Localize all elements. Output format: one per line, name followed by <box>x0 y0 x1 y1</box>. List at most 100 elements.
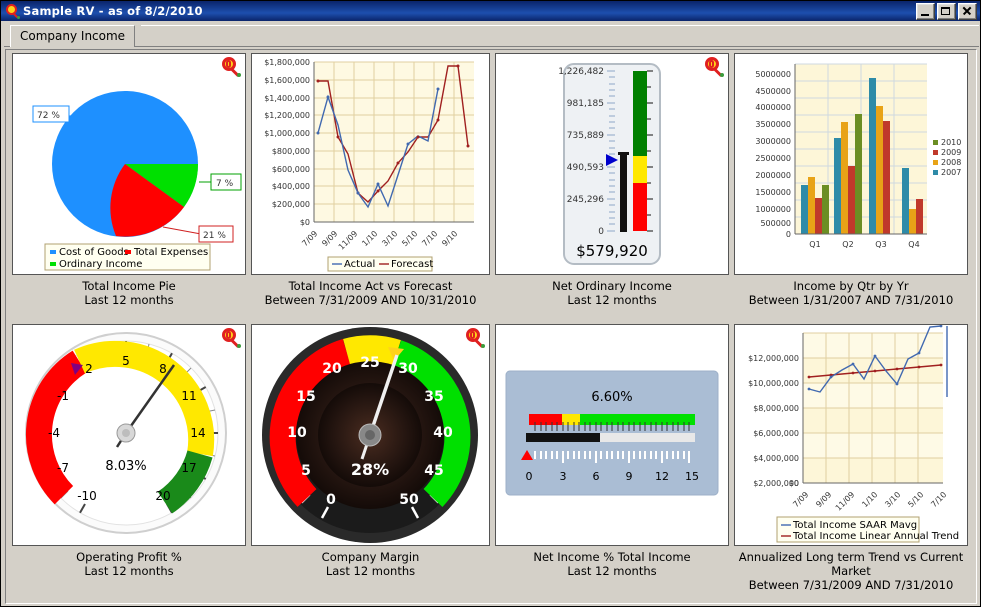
magnifier-icon[interactable] <box>704 57 724 77</box>
panel-total-income-act-vs-forecast[interactable]: $1,800,000 $1,600,000 $1,400,000 $1,200,… <box>251 53 490 319</box>
line-legend-0: Actual <box>344 259 375 270</box>
panel-caption: Company Margin Last 12 months <box>251 550 490 578</box>
magnifier-icon <box>5 4 20 19</box>
panel-caption: Income by Qtr by Yr Between 1/31/2007 AN… <box>734 279 968 307</box>
panel-subtitle: Last 12 months <box>495 293 729 307</box>
bar-y-tick-4: 2000000 <box>755 171 791 180</box>
gauge-tick-2: 6 <box>593 470 600 483</box>
y-tick-0: $0 <box>300 218 310 227</box>
gauge-value: 6.60% <box>591 390 632 405</box>
title-bar: Sample RV - as of 8/2/2010 <box>1 1 980 21</box>
minimize-button[interactable] <box>916 3 935 20</box>
gauge-tick-5: 1,226,482 <box>558 67 604 77</box>
bar-legend-1: 2009 <box>941 148 961 157</box>
y-tick-2: $400,000 <box>272 182 310 191</box>
panel-company-margin[interactable]: 0 5 10 15 20 25 30 35 40 45 50 <box>251 324 490 590</box>
gauge-tick-5: 15 <box>685 470 699 483</box>
gauge-tick-2: -4 <box>48 426 60 440</box>
gauge-tick-0: 0 <box>598 227 604 237</box>
bar-x-tick-1: Q2 <box>842 240 853 249</box>
pie-label-2: 7 % <box>216 179 234 189</box>
x-tick-3: 1/10 <box>360 229 379 248</box>
magnifier-icon[interactable] <box>465 328 485 348</box>
x-tick-0: 7/09 <box>300 229 319 248</box>
dashboard-row-2: -10 -7 -4 -1 2 5 8 11 14 17 20 <box>8 324 972 590</box>
panel-annualized-long-term-trend[interactable]: $12,000,000 $10,000,000 $8,000,000 $6,00… <box>734 324 968 590</box>
bar-legend: 2010 2009 2008 2007 <box>933 138 961 177</box>
gauge-area-operating-profit: -10 -7 -4 -1 2 5 8 11 14 17 20 <box>12 324 246 546</box>
panel-net-income-pct-total-income[interactable]: 6.60% <box>495 324 729 590</box>
gauge-tick-5: 25 <box>360 355 379 371</box>
bar-x-tick-2: Q3 <box>875 240 886 249</box>
gauge-tick-8: 40 <box>433 425 453 441</box>
panel-caption: Total Income Pie Last 12 months <box>12 279 246 307</box>
y-tick-7: $1,400,000 <box>264 94 310 103</box>
panel-title: Annualized Long term Trend vs Current Ma… <box>734 550 968 578</box>
gauge-tick-5: 5 <box>122 354 130 368</box>
trend-y-tick-4: $8,000,000 <box>753 404 799 413</box>
dashboard-grid: 72 % 7 % 21 % Cost of Goods Total Expens… <box>8 52 972 601</box>
bar-y-tick-0: 0 <box>786 230 791 239</box>
x-tick-5: 5/10 <box>400 229 419 248</box>
y-tick-3: $600,000 <box>272 165 310 174</box>
bar-y-tick-9: 4500000 <box>755 87 791 96</box>
panel-title: Total Income Act vs Forecast <box>251 279 490 293</box>
x-tick-6: 7/10 <box>420 229 439 248</box>
gauge-tick-0: 0 <box>526 470 533 483</box>
gauge-tick-3: 9 <box>626 470 633 483</box>
gauge-tick-10: 50 <box>399 492 419 508</box>
pie-legend-1: Total Expenses <box>133 247 208 258</box>
pie-label-1: 21 % <box>203 231 226 241</box>
trend-x-tick-4: 3/10 <box>883 490 902 509</box>
trend-y-tick-2: $4,000,000 <box>753 454 799 463</box>
maximize-button[interactable] <box>937 3 956 20</box>
y-tick-1: $200,000 <box>272 200 310 209</box>
trend-y-tick-zero: $0 <box>789 479 799 488</box>
panel-subtitle: Between 7/31/2009 AND 10/31/2010 <box>251 293 490 307</box>
gauge-tick-0: -10 <box>77 489 97 503</box>
bar-y-tick-6: 3000000 <box>755 137 791 146</box>
y-tick-6: $1,200,000 <box>264 111 310 120</box>
bar-y-tick-8: 4000000 <box>755 103 791 112</box>
chart-area-trend: $12,000,000 $10,000,000 $8,000,000 $6,00… <box>734 324 968 546</box>
bar-y-tick-1: 500000 <box>760 219 791 228</box>
trend-x-tick-5: 5/10 <box>906 490 925 509</box>
y-tick-8: $1,600,000 <box>264 76 310 85</box>
gauge-tick-9: 45 <box>424 463 443 479</box>
gauge-tick-3: 15 <box>296 389 315 405</box>
panel-operating-profit-pct[interactable]: -10 -7 -4 -1 2 5 8 11 14 17 20 <box>12 324 246 590</box>
panel-title: Net Ordinary Income <box>495 279 729 293</box>
close-button[interactable] <box>958 3 977 20</box>
window-controls <box>916 3 978 20</box>
magnifier-icon[interactable] <box>221 328 241 348</box>
line-legend-1: Forecast <box>391 259 433 270</box>
bar-legend-0: 2010 <box>941 138 961 147</box>
panel-subtitle: Last 12 months <box>495 564 729 578</box>
gauge-tick-1: 5 <box>301 463 311 479</box>
gauge-tick-7: 11 <box>181 389 196 403</box>
gauge-area-net-ordinary-income: 1,226,482 981,185 735,889 490,593 245,29… <box>495 53 729 275</box>
panel-subtitle: Last 12 months <box>12 293 246 307</box>
trend-y-tick-6: $12,000,000 <box>748 354 799 363</box>
tab-company-income[interactable]: Company Income <box>10 25 135 47</box>
panel-caption: Net Income % Total Income Last 12 months <box>495 550 729 578</box>
dashboard-content: 72 % 7 % 21 % Cost of Goods Total Expens… <box>5 49 977 604</box>
gauge-tick-4: 981,185 <box>567 99 604 109</box>
chart-area-bar: 5000000 4500000 4000000 3500000 3000000 … <box>734 53 968 275</box>
panel-title: Operating Profit % <box>12 550 246 564</box>
gauge-tick-2: 10 <box>287 425 307 441</box>
x-tick-7: 9/10 <box>440 229 459 248</box>
gauge-value: 8.03% <box>105 459 146 474</box>
panel-net-ordinary-income[interactable]: 1,226,482 981,185 735,889 490,593 245,29… <box>495 53 729 319</box>
panel-subtitle: Between 1/31/2007 AND 7/31/2010 <box>734 293 968 307</box>
panel-title: Company Margin <box>251 550 490 564</box>
bar-group-q1 <box>801 177 829 234</box>
gauge-tick-1: -7 <box>57 461 69 475</box>
magnifier-icon[interactable] <box>221 57 241 77</box>
gauge-tick-1: 245,296 <box>567 195 604 205</box>
dashboard-row-1: 72 % 7 % 21 % Cost of Goods Total Expens… <box>8 53 972 319</box>
trend-x-tick-3: 1/10 <box>860 490 879 509</box>
y-tick-4: $800,000 <box>272 147 310 156</box>
panel-income-by-qtr-by-yr[interactable]: 5000000 4500000 4000000 3500000 3000000 … <box>734 53 968 319</box>
panel-total-income-pie[interactable]: 72 % 7 % 21 % Cost of Goods Total Expens… <box>12 53 246 319</box>
